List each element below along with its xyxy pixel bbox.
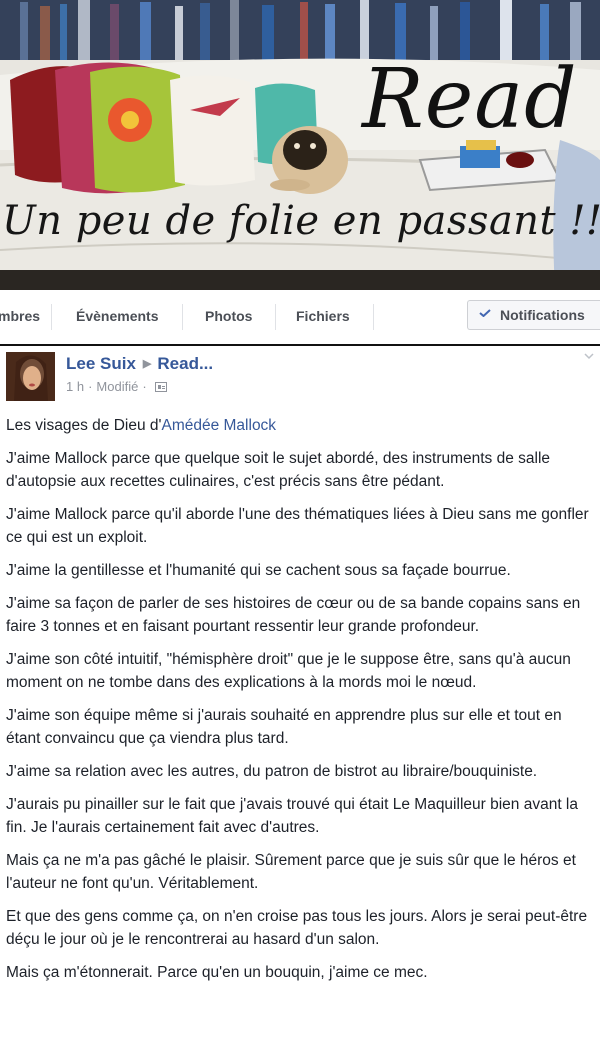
post-paragraph: J'aime son côté intuitif, "hémisphère dr… [6, 651, 571, 691]
nav-separator [182, 304, 183, 330]
tab-members[interactable]: mbres [0, 290, 40, 344]
cover-photo[interactable]: Read Un peu de folie en passant !!! [0, 0, 600, 290]
intro-text: Les visages de Dieu d' [6, 417, 162, 434]
nav-separator [275, 304, 276, 330]
post-paragraph: J'aime la gentillesse et l'humanité qui … [6, 562, 511, 579]
post-paragraph: Et que des gens comme ça, on n'en croise… [6, 908, 588, 948]
post-paragraph: Mais ça m'étonnerait. Parce qu'en un bou… [6, 964, 428, 981]
nav-separator [51, 304, 52, 330]
post-paragraph: J'aime Mallock parce que quelque soit le… [6, 450, 551, 490]
notifications-label: Notifications [500, 307, 585, 323]
post-paragraph: J'aurais pu pinailler sur le fait que j'… [6, 796, 578, 836]
group-name[interactable]: Read... [157, 354, 213, 373]
arrow-right-icon: ▶ [142, 358, 152, 370]
post-header: Lee Suix ▶ Read... [66, 354, 213, 374]
post-paragraph: Mais ça ne m'a pas gâché le plaisir. Sûr… [6, 852, 576, 892]
author-name[interactable]: Lee Suix [66, 354, 136, 373]
cover-title: Read [362, 52, 578, 147]
audience-icon [154, 382, 167, 392]
post-paragraph: J'aime sa façon de parler de ses histoir… [6, 595, 581, 635]
chevron-down-icon[interactable] [584, 351, 594, 361]
post-paragraph: Les visages de Dieu d'Amédée Mallock [6, 414, 596, 437]
post-paragraph: J'aime Mallock parce qu'il aborde l'une … [6, 506, 589, 546]
cover-tagline: Un peu de folie en passant !!! [2, 198, 600, 244]
post-paragraph: J'aime son équipe même si j'aurais souha… [6, 707, 562, 747]
author-link[interactable]: Amédée Mallock [161, 417, 276, 434]
group-nav-bar: mbres Évènements Photos Fichiers Notific… [0, 290, 600, 345]
post-edited[interactable]: Modifié [96, 379, 138, 394]
tab-events[interactable]: Évènements [76, 290, 158, 344]
post-body: Les visages de Dieu d'Amédée Mallock J'a… [6, 414, 596, 994]
nav-separator [373, 304, 374, 330]
notifications-button[interactable]: Notifications [467, 300, 600, 330]
post-time[interactable]: 1 h [66, 379, 84, 394]
tab-files[interactable]: Fichiers [296, 290, 350, 344]
avatar[interactable] [6, 352, 55, 401]
tab-photos[interactable]: Photos [205, 290, 252, 344]
post-paragraph: J'aime sa relation avec les autres, du p… [6, 763, 538, 780]
group-post: Lee Suix ▶ Read... 1 h · Modifié · Les visage… [0, 346, 600, 1041]
check-icon [479, 309, 491, 317]
post-meta: 1 h · Modifié · [66, 379, 167, 394]
